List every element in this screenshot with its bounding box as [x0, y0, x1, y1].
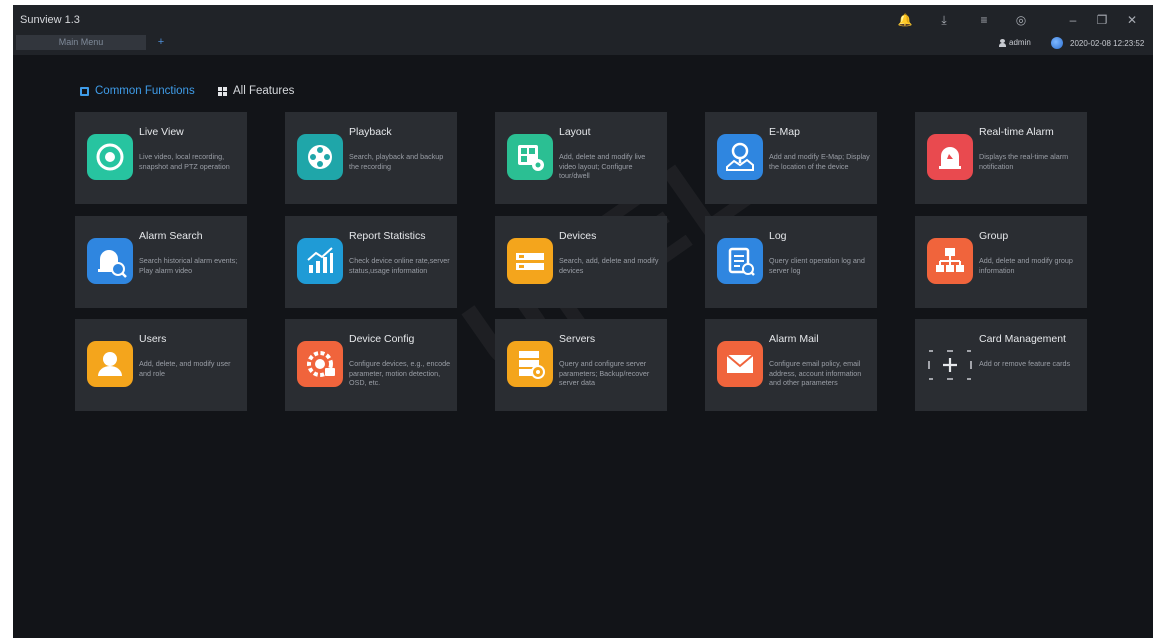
- card-layout[interactable]: Layout Add, delete and modify live video …: [495, 112, 667, 204]
- card-title: Alarm Mail: [769, 333, 819, 345]
- card-devices[interactable]: Devices Search, add, delete and modify de…: [495, 216, 667, 308]
- card-title: Report Statistics: [349, 230, 426, 242]
- clock-datetime: 2020-02-08 12:23:52: [1070, 39, 1145, 48]
- tab-main-menu[interactable]: Main Menu: [16, 35, 146, 50]
- current-user: admin: [999, 38, 1031, 47]
- close-button[interactable]: ✕: [1122, 11, 1142, 29]
- layout-icon: [507, 134, 553, 180]
- card-title: Playback: [349, 126, 392, 138]
- map-icon: [717, 134, 763, 180]
- card-description: Check device online rate,server status,u…: [349, 256, 450, 275]
- card-description: Query client operation log and server lo…: [769, 256, 865, 275]
- tab-common-functions-label: Common Functions: [95, 85, 195, 97]
- card-live-view[interactable]: Live View Live video, local recording, sn…: [75, 112, 247, 204]
- card-description: Add, delete and modify live video layout…: [559, 152, 646, 180]
- card-description: Search, playback and backup the recordin…: [349, 152, 444, 171]
- card-card-management[interactable]: Card Management Add or remove feature car…: [915, 319, 1087, 411]
- tab-common-functions[interactable]: Common Functions: [80, 85, 195, 97]
- card-group[interactable]: Group Add, delete and modify group inform…: [915, 216, 1087, 308]
- card-real-time-alarm[interactable]: Real-time Alarm Displays the real-time al…: [915, 112, 1087, 204]
- card-servers[interactable]: Servers Query and configure server parame…: [495, 319, 667, 411]
- card-description: Query and configure server parameters; B…: [559, 359, 650, 387]
- restore-button[interactable]: ❐: [1092, 11, 1112, 29]
- statistics-icon: [297, 238, 343, 284]
- live-view-icon: [87, 134, 133, 180]
- card-description: Configure devices, e.g., encode paramete…: [349, 359, 451, 387]
- card-title: Card Management: [979, 333, 1066, 345]
- card-description: Search historical alarm events; Play ala…: [139, 256, 238, 275]
- card-title: Alarm Search: [139, 230, 203, 242]
- group-icon: [927, 238, 973, 284]
- user-icon: [87, 341, 133, 387]
- card-title: Users: [139, 333, 167, 345]
- user-name: admin: [1009, 38, 1031, 47]
- log-icon: [717, 238, 763, 284]
- device-config-icon: [297, 341, 343, 387]
- globe-icon: [1051, 37, 1063, 49]
- bell-icon[interactable]: 🔔: [895, 11, 915, 29]
- title-bar: Sunview 1.3 🔔 ⤓ ≡ ◎ – ❐ ✕: [13, 5, 1153, 35]
- devices-icon: [507, 238, 553, 284]
- card-title: Servers: [559, 333, 596, 345]
- card-alarm-search[interactable]: Alarm Search Search historical alarm even…: [75, 216, 247, 308]
- card-title: Log: [769, 230, 787, 242]
- grid-icon: [218, 86, 227, 96]
- tab-bar: [13, 35, 1153, 55]
- app-title: Sunview 1.3: [20, 14, 80, 26]
- card-title: Live View: [139, 126, 184, 138]
- settings-icon[interactable]: ◎: [1011, 11, 1031, 29]
- card-title: E-Map: [769, 126, 800, 138]
- servers-icon: [507, 341, 553, 387]
- card-report-statistics[interactable]: Report Statistics Check device online rat…: [285, 216, 457, 308]
- card-playback[interactable]: Playback Search, playback and backup the …: [285, 112, 457, 204]
- card-title: Layout: [559, 126, 591, 138]
- minimize-button[interactable]: –: [1063, 11, 1083, 29]
- common-functions-icon: [80, 86, 89, 96]
- card-description: Configure email policy, email address, a…: [769, 359, 862, 387]
- tab-all-features-label: All Features: [233, 85, 295, 97]
- card-description: Add or remove feature cards: [979, 359, 1071, 368]
- card-e-map[interactable]: E-Map Add and modify E-Map; Display the l…: [705, 112, 877, 204]
- add-tab-button[interactable]: +: [154, 35, 168, 50]
- menu-icon[interactable]: ≡: [974, 11, 994, 29]
- download-icon[interactable]: ⤓: [934, 11, 954, 29]
- alarm-search-icon: [87, 238, 133, 284]
- card-device-config[interactable]: Device Config Configure devices, e.g., en…: [285, 319, 457, 411]
- card-description: Add, delete, and modify user and role: [139, 359, 231, 378]
- mail-icon: [717, 341, 763, 387]
- alarm-icon: [927, 134, 973, 180]
- card-description: Add, delete and modify group information: [979, 256, 1073, 275]
- card-log[interactable]: Log Query client operation log and server…: [705, 216, 877, 308]
- tab-all-features[interactable]: All Features: [218, 85, 294, 97]
- card-description: Live video, local recording, snapshot an…: [139, 152, 230, 171]
- card-users[interactable]: Users Add, delete, and modify user and ro…: [75, 319, 247, 411]
- card-alarm-mail[interactable]: Alarm Mail Configure email policy, email …: [705, 319, 877, 411]
- user-icon: [999, 38, 1006, 47]
- card-title: Group: [979, 230, 1009, 242]
- add-card-icon: [927, 339, 973, 389]
- card-title: Devices: [559, 230, 597, 242]
- card-description: Add and modify E-Map; Display the locati…: [769, 152, 870, 171]
- card-title: Device Config: [349, 333, 415, 345]
- app-window: Sunview 1.3 🔔 ⤓ ≡ ◎ – ❐ ✕ Main Menu + ad…: [13, 5, 1153, 638]
- card-description: Displays the real-time alarm notificatio…: [979, 152, 1069, 171]
- card-title: Real-time Alarm: [979, 126, 1054, 138]
- playback-icon: [297, 134, 343, 180]
- card-description: Search, add, delete and modify devices: [559, 256, 659, 275]
